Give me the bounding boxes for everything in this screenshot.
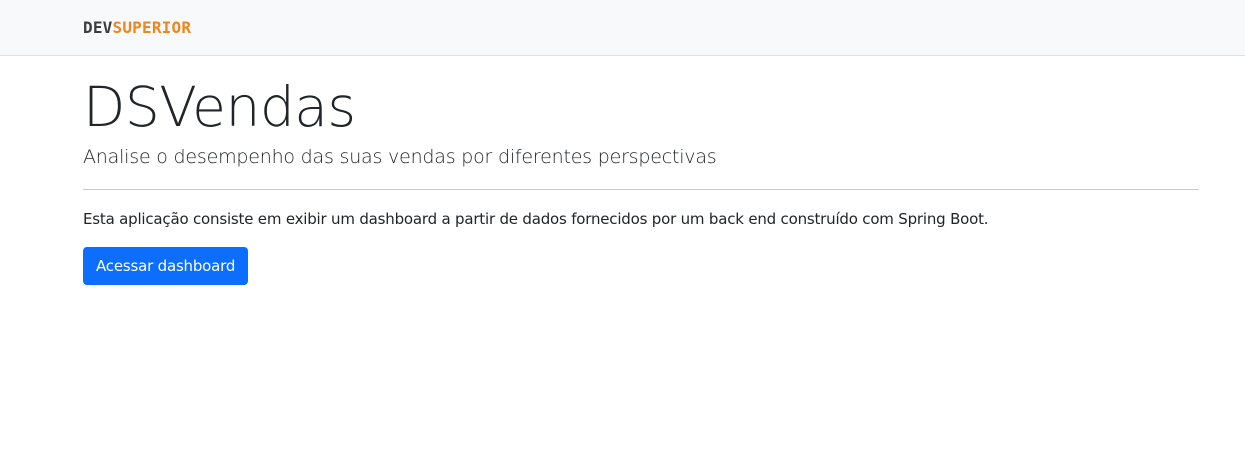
- page-subtitle: Analise o desempenho das suas vendas por…: [83, 146, 717, 168]
- access-dashboard-button[interactable]: Acessar dashboard: [83, 247, 249, 285]
- page-description: Esta aplicação consiste em exibir um das…: [83, 210, 989, 228]
- navbar: DEVSUPERIOR: [0, 0, 1245, 56]
- main-content: DSVendas Analise o desempenho das suas v…: [83, 56, 1199, 285]
- divider: [83, 189, 1199, 190]
- brand-dev-text: DEV: [83, 18, 113, 37]
- brand-superior-text: SUPERIOR: [112, 18, 192, 37]
- brand-logo-link[interactable]: DEVSUPERIOR: [83, 19, 191, 37]
- page-title: DSVendas: [83, 75, 356, 139]
